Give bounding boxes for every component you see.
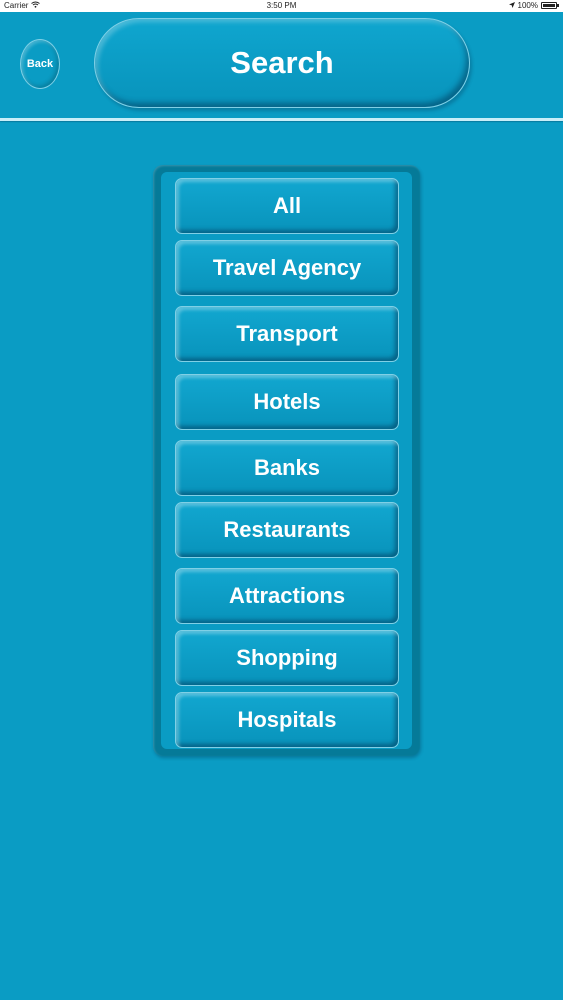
- category-button-hotels[interactable]: Hotels: [175, 374, 399, 430]
- status-bar: Carrier 3:50 PM 100%: [0, 0, 563, 12]
- title-box: Search: [94, 18, 470, 108]
- page-title: Search: [230, 45, 334, 80]
- category-button-all[interactable]: All: [175, 178, 399, 234]
- category-button-shopping[interactable]: Shopping: [175, 630, 399, 686]
- battery-icon: [541, 2, 559, 9]
- location-arrow-icon: [508, 1, 515, 10]
- header: Back Search: [0, 12, 563, 121]
- category-button-attractions[interactable]: Attractions: [175, 568, 399, 624]
- back-button[interactable]: Back: [20, 39, 60, 89]
- status-right: 100%: [508, 1, 559, 10]
- category-button-hospitals[interactable]: Hospitals: [175, 692, 399, 748]
- header-divider: [0, 118, 563, 121]
- category-button-banks[interactable]: Banks: [175, 440, 399, 496]
- status-time: 3:50 PM: [266, 1, 297, 10]
- battery-percent: 100%: [517, 1, 538, 10]
- category-button-restaurants[interactable]: Restaurants: [175, 502, 399, 558]
- category-button-travel-agency[interactable]: Travel Agency: [175, 240, 399, 296]
- battery-fill: [543, 4, 555, 7]
- category-button-transport[interactable]: Transport: [175, 306, 399, 362]
